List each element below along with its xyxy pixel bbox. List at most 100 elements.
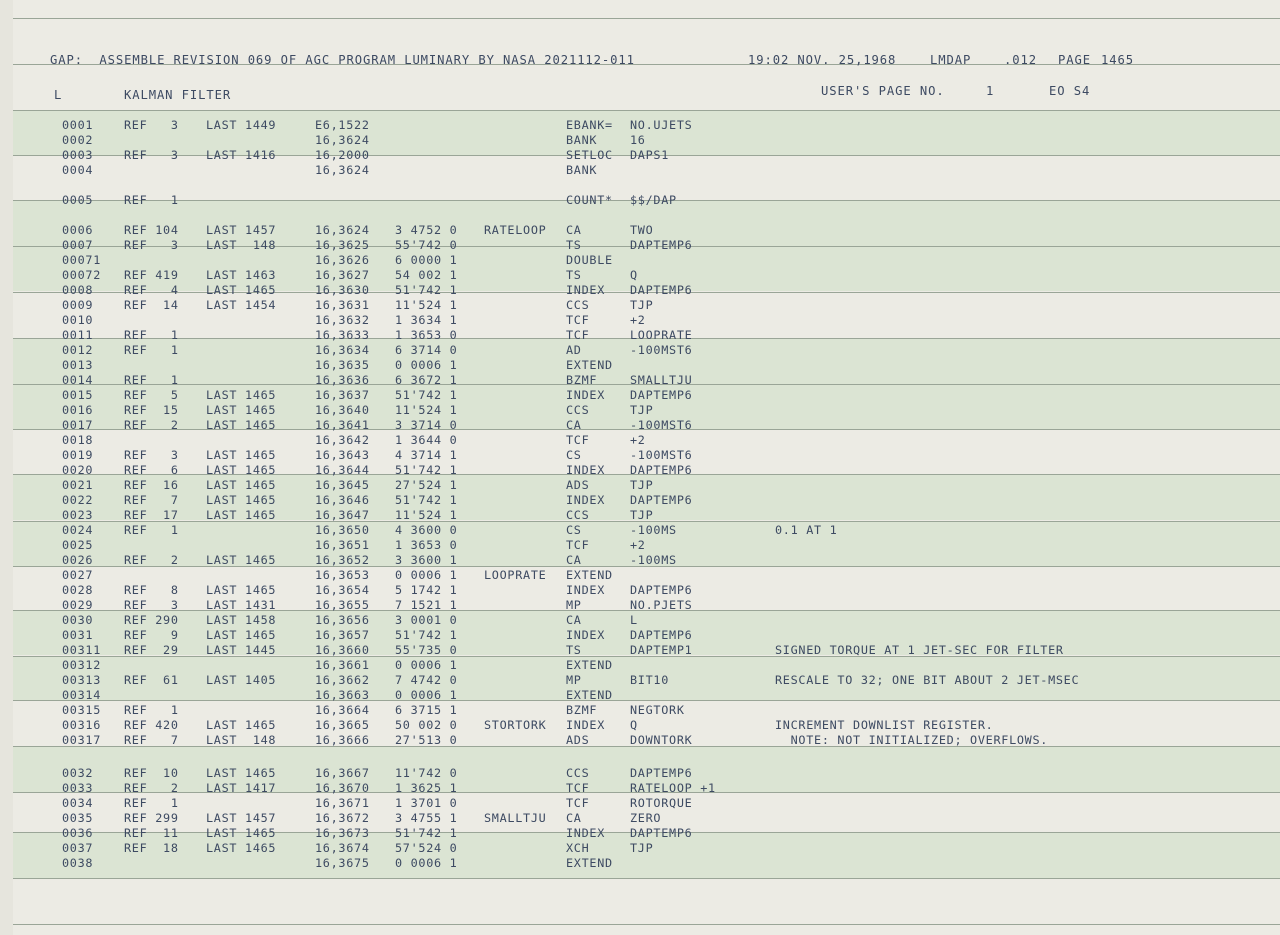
listing-ref-count: REF 7 bbox=[124, 493, 179, 507]
listing-opcode: INDEX bbox=[566, 388, 606, 402]
listing-operand: 16 bbox=[630, 133, 646, 147]
listing-ref-count: REF 15 bbox=[124, 403, 179, 417]
listing-octal-word: 1 3644 0 bbox=[395, 433, 458, 447]
listing-octal-word: 55'735 0 bbox=[395, 643, 458, 657]
listing-ref-count: REF 2 bbox=[124, 418, 179, 432]
listing-octal-word: 1 3701 0 bbox=[395, 796, 458, 810]
listing-operand: -100MST6 bbox=[630, 343, 693, 357]
listing-opcode: BZMF bbox=[566, 373, 598, 387]
listing-octal-word: 54 002 1 bbox=[395, 268, 458, 282]
listing-line-number: 0033 bbox=[62, 781, 94, 795]
listing-ref-count: REF 3 bbox=[124, 448, 179, 462]
listing-octal-word: 6 0000 1 bbox=[395, 253, 458, 267]
listing-opcode: TCF bbox=[566, 433, 590, 447]
listing-address: 16,3645 bbox=[315, 478, 370, 492]
listing-line-number: 0021 bbox=[62, 478, 94, 492]
listing-ref-count: REF 420 bbox=[124, 718, 179, 732]
paper-left-edge bbox=[0, 0, 13, 935]
listing-opcode: INDEX bbox=[566, 718, 606, 732]
listing-octal-word: 51'742 1 bbox=[395, 493, 458, 507]
listing-address: 16,3671 bbox=[315, 796, 370, 810]
listing-octal-word: 3 0001 0 bbox=[395, 613, 458, 627]
listing-ref-count: REF 3 bbox=[124, 148, 179, 162]
listing-octal-word: 11'524 1 bbox=[395, 403, 458, 417]
listing-address: 16,3661 bbox=[315, 658, 370, 672]
listing-operand: $$/DAP bbox=[630, 193, 677, 207]
listing-address: 16,3632 bbox=[315, 313, 370, 327]
listing-address: 16,3640 bbox=[315, 403, 370, 417]
listing-label: LOOPRATE bbox=[484, 568, 547, 582]
greenbar-rule bbox=[13, 110, 1280, 111]
listing-opcode: ADS bbox=[566, 733, 590, 747]
listing-octal-word: 51'742 1 bbox=[395, 826, 458, 840]
listing-address: 16,3655 bbox=[315, 598, 370, 612]
listing-opcode: BANK bbox=[566, 163, 598, 177]
listing-address: 16,3641 bbox=[315, 418, 370, 432]
listing-octal-word: 11'742 0 bbox=[395, 766, 458, 780]
listing-ref-count: REF 5 bbox=[124, 388, 179, 402]
listing-line-number: 0031 bbox=[62, 628, 94, 642]
listing-opcode: TS bbox=[566, 268, 582, 282]
listing-last-ref: LAST 1405 bbox=[206, 673, 277, 687]
listing-label: RATELOOP bbox=[484, 223, 547, 237]
listing-opcode: CS bbox=[566, 448, 582, 462]
listing-last-ref: LAST 1454 bbox=[206, 298, 277, 312]
listing-last-ref: LAST 1465 bbox=[206, 418, 277, 432]
listing-line-number: 00311 bbox=[62, 643, 102, 657]
listing-last-ref: LAST 1416 bbox=[206, 148, 277, 162]
listing-operand: ROTORQUE bbox=[630, 796, 693, 810]
listing-octal-word: 3 3600 1 bbox=[395, 553, 458, 567]
listing-operand: DAPTEMP6 bbox=[630, 238, 693, 252]
listing-line-number: 0003 bbox=[62, 148, 94, 162]
listing-line-number: 00071 bbox=[62, 253, 102, 267]
listing-octal-word: 4 3600 0 bbox=[395, 523, 458, 537]
listing-ref-count: REF 299 bbox=[124, 811, 179, 825]
listing-ref-count: REF 1 bbox=[124, 343, 179, 357]
listing-address: 16,3636 bbox=[315, 373, 370, 387]
listing-line-number: 0036 bbox=[62, 826, 94, 840]
listing-address: 16,2000 bbox=[315, 148, 370, 162]
listing-opcode: TCF bbox=[566, 538, 590, 552]
listing-line-number: 0026 bbox=[62, 553, 94, 567]
listing-opcode: TCF bbox=[566, 781, 590, 795]
listing-octal-word: 0 0006 1 bbox=[395, 688, 458, 702]
listing-operand: DAPTEMP1 bbox=[630, 643, 693, 657]
listing-operand: +2 bbox=[630, 313, 646, 327]
listing-ref-count: REF 3 bbox=[124, 238, 179, 252]
listing-line-number: 0027 bbox=[62, 568, 94, 582]
listing-line-number: 0023 bbox=[62, 508, 94, 522]
listing-line-number: 00313 bbox=[62, 673, 102, 687]
listing-address: 16,3660 bbox=[315, 643, 370, 657]
left-marker: L bbox=[54, 88, 63, 102]
listing-address: 16,3625 bbox=[315, 238, 370, 252]
listing-address: 16,3664 bbox=[315, 703, 370, 717]
listing-address: 16,3670 bbox=[315, 781, 370, 795]
listing-operand: SMALLTJU bbox=[630, 373, 693, 387]
listing-line-number: 0035 bbox=[62, 811, 94, 825]
listing-opcode: CCS bbox=[566, 508, 590, 522]
listing-line-number: 0010 bbox=[62, 313, 94, 327]
listing-last-ref: LAST 1465 bbox=[206, 766, 277, 780]
listing-operand: TJP bbox=[630, 298, 654, 312]
listing-address: 16,3666 bbox=[315, 733, 370, 747]
listing-ref-count: REF 1 bbox=[124, 193, 179, 207]
listing-address: 16,3643 bbox=[315, 448, 370, 462]
listing-opcode: CA bbox=[566, 613, 582, 627]
listing-line-number: 0030 bbox=[62, 613, 94, 627]
listing-ref-count: REF 290 bbox=[124, 613, 179, 627]
listing-line-number: 0032 bbox=[62, 766, 94, 780]
listing-address: 16,3656 bbox=[315, 613, 370, 627]
assembly-timestamp: 19:02 NOV. 25,1968 bbox=[748, 53, 897, 67]
listing-line-number: 0018 bbox=[62, 433, 94, 447]
listing-last-ref: LAST 1458 bbox=[206, 613, 277, 627]
listing-address: 16,3657 bbox=[315, 628, 370, 642]
listing-address: 16,3647 bbox=[315, 508, 370, 522]
listing-line-number: 0012 bbox=[62, 343, 94, 357]
greenbar-rule bbox=[13, 18, 1280, 19]
listing-last-ref: LAST 1465 bbox=[206, 493, 277, 507]
listing-opcode: AD bbox=[566, 343, 582, 357]
listing-octal-word: 7 1521 1 bbox=[395, 598, 458, 612]
listing-octal-word: 51'742 1 bbox=[395, 283, 458, 297]
page-label: PAGE bbox=[1058, 53, 1091, 67]
listing-ref-count: REF 4 bbox=[124, 283, 179, 297]
